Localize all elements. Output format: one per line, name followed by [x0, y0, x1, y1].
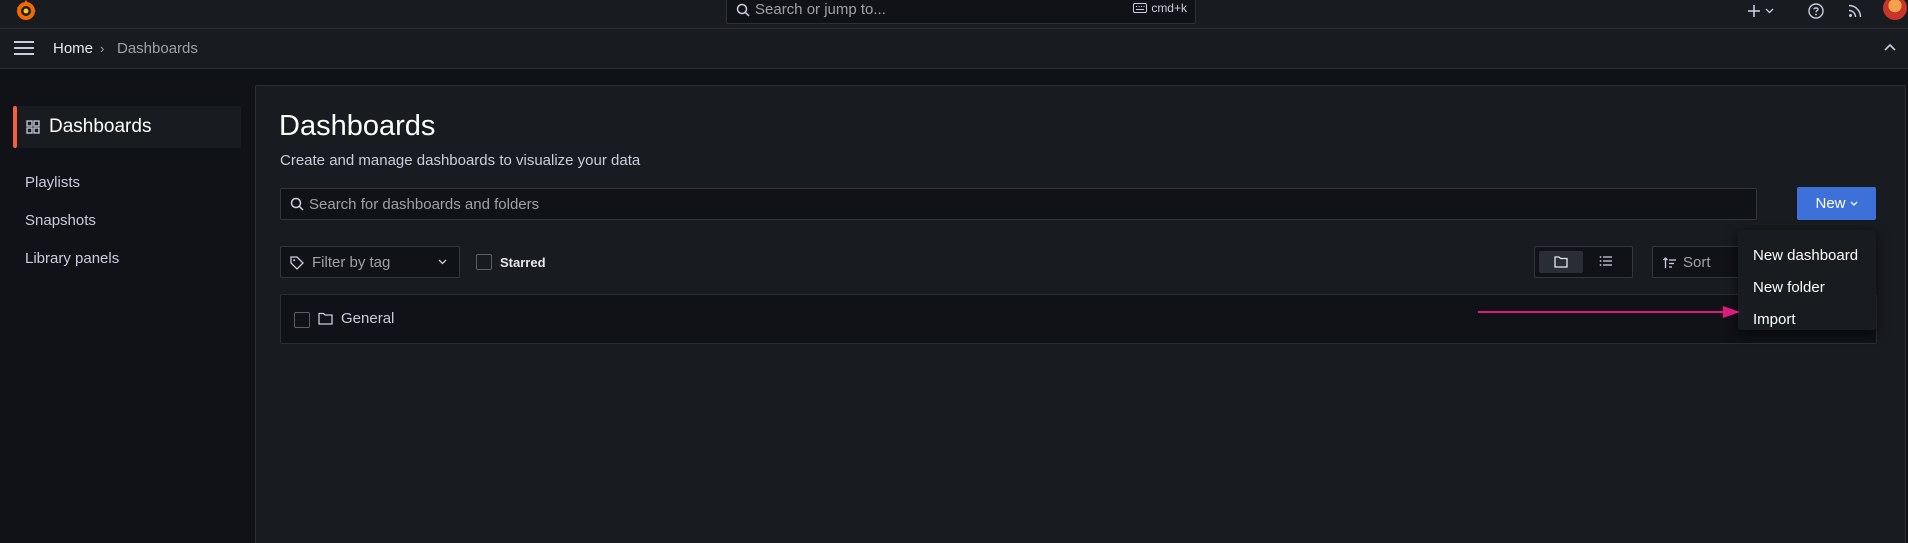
apps-icon — [26, 120, 40, 134]
top-bar: Search or jump to... cmd+k — [0, 0, 1908, 29]
dashboard-search-input[interactable]: Search for dashboards and folders — [280, 188, 1757, 220]
chevron-down-icon — [438, 259, 447, 265]
sidebar-item-snapshots[interactable]: Snapshots — [25, 212, 96, 229]
folder-select-checkbox[interactable] — [294, 312, 310, 328]
chevron-up-icon[interactable] — [1884, 43, 1896, 51]
search-icon — [736, 3, 750, 17]
sidebar-item-playlists[interactable]: Playlists — [25, 174, 80, 191]
view-toggle — [1534, 246, 1633, 278]
search-icon — [290, 197, 304, 211]
help-button[interactable] — [1808, 0, 1824, 22]
breadcrumb-separator: › — [100, 41, 105, 56]
folder-row-general[interactable]: General — [280, 294, 1877, 344]
global-search-input[interactable]: Search or jump to... cmd+k — [726, 0, 1196, 24]
folder-icon — [318, 312, 333, 325]
starred-label: Starred — [500, 255, 546, 270]
sidebar-item-library-panels[interactable]: Library panels — [25, 250, 119, 267]
breadcrumb-current: Dashboards — [117, 40, 198, 57]
page-subtitle: Create and manage dashboards to visualiz… — [280, 152, 641, 169]
menu-item-new-dashboard[interactable]: New dashboard — [1753, 247, 1858, 264]
starred-checkbox[interactable] — [476, 254, 492, 270]
search-shortcut-text: cmd+k — [1151, 1, 1187, 15]
user-avatar[interactable] — [1883, 0, 1907, 20]
add-menu-button[interactable] — [1747, 0, 1774, 22]
sort-label: Sort — [1683, 254, 1711, 271]
new-button-label: New — [1815, 195, 1846, 212]
dashboard-search-placeholder: Search for dashboards and folders — [309, 196, 540, 213]
help-icon — [1808, 3, 1824, 19]
plus-icon — [1747, 4, 1761, 18]
folder-view-button[interactable] — [1539, 251, 1583, 273]
list-icon — [1599, 255, 1613, 267]
sidebar: Dashboards Playlists Snapshots Library p… — [0, 70, 255, 543]
menu-item-import[interactable]: Import — [1753, 311, 1796, 328]
chevron-down-icon — [1850, 201, 1858, 206]
news-button[interactable] — [1848, 0, 1862, 22]
sidebar-active-label: Dashboards — [49, 116, 152, 137]
page-title: Dashboards — [279, 110, 436, 142]
tag-icon — [290, 256, 304, 270]
active-indicator — [13, 106, 17, 148]
list-view-button[interactable] — [1599, 255, 1613, 267]
sidebar-item-dashboards[interactable]: Dashboards — [13, 106, 241, 148]
menu-icon[interactable] — [14, 41, 34, 55]
filter-by-tag-label: Filter by tag — [312, 254, 391, 271]
annotation-arrow — [1478, 305, 1740, 319]
breadcrumb-bar: Home › Dashboards — [0, 29, 1908, 69]
rss-icon — [1848, 4, 1862, 18]
global-search-placeholder: Search or jump to... — [755, 1, 886, 18]
breadcrumb-home[interactable]: Home — [53, 40, 93, 57]
search-shortcut: cmd+k — [1133, 1, 1187, 15]
folder-name[interactable]: General — [341, 310, 394, 327]
grafana-logo-icon[interactable] — [14, 0, 38, 23]
chevron-down-icon — [1765, 8, 1774, 14]
keyboard-icon — [1133, 3, 1148, 13]
new-dropdown-menu: New dashboard New folder Import — [1738, 230, 1876, 330]
menu-item-new-folder[interactable]: New folder — [1753, 279, 1825, 296]
new-button[interactable]: New — [1797, 187, 1876, 220]
filter-by-tag-select[interactable]: Filter by tag — [280, 246, 460, 278]
